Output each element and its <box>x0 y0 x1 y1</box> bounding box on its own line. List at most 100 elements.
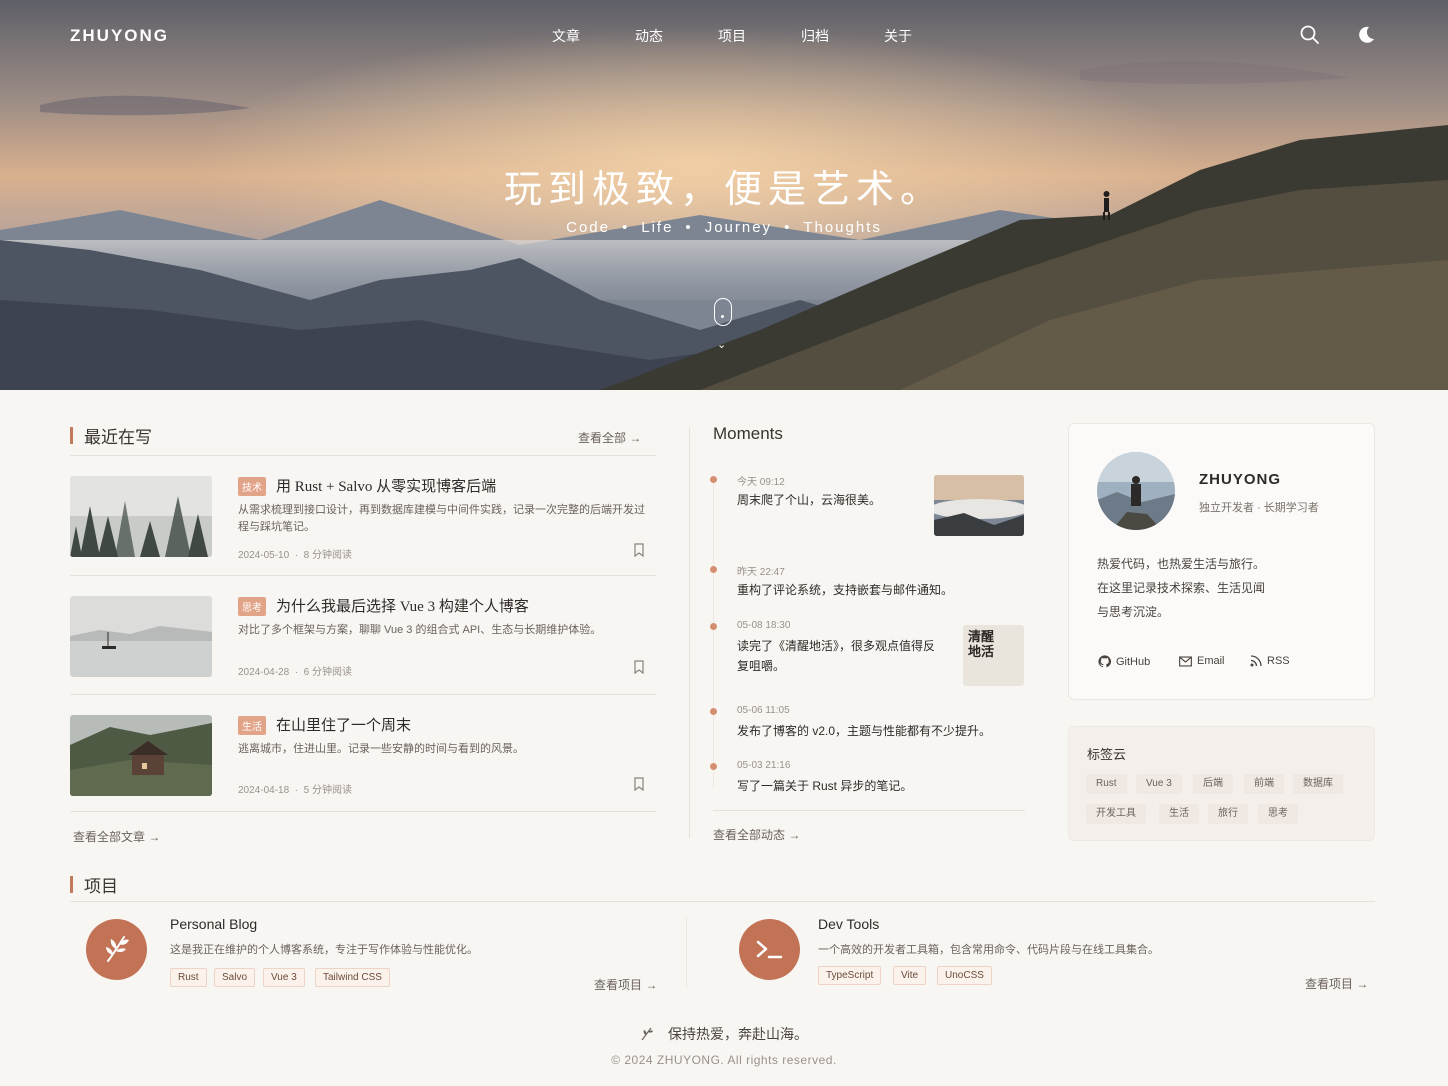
post-thumbnail[interactable] <box>70 596 212 677</box>
nav-link-about[interactable]: 关于 <box>868 26 951 46</box>
tag-chip[interactable]: 前端 <box>1244 774 1284 794</box>
profile-bio-line: 与思考沉淀。 <box>1097 605 1170 619</box>
all-moments-link[interactable]: 查看全部动态 → <box>713 826 800 843</box>
tag-chip[interactable]: 生活 <box>1159 804 1199 824</box>
projects-section-header: 项目 <box>70 872 118 897</box>
project-icon[interactable] <box>86 919 147 980</box>
moments-section-title: Moments <box>713 424 783 443</box>
project-tech-tag[interactable]: Tailwind CSS <box>315 968 390 987</box>
divider <box>70 575 656 576</box>
email-link[interactable]: Email <box>1179 655 1225 667</box>
post-date: 2024-04-18 <box>238 785 290 796</box>
divider <box>70 455 656 456</box>
tag-chip[interactable]: 后端 <box>1193 774 1233 794</box>
post-title[interactable]: 在山里住了一个周末 <box>276 714 411 735</box>
moon-icon[interactable] <box>1355 24 1377 46</box>
email-label: Email <box>1197 655 1225 667</box>
project-tech-tag[interactable]: Vue 3 <box>263 968 305 987</box>
terminal-icon <box>756 940 783 959</box>
profile-bio-line: 在这里记录技术探索、生活见闻 <box>1097 581 1266 595</box>
project-tech-tag[interactable]: Rust <box>170 968 207 987</box>
project-tech-tag[interactable]: TypeScript <box>818 966 882 985</box>
chevron-down-icon[interactable]: ⌄ <box>717 338 726 351</box>
post-title[interactable]: 为什么我最后选择 Vue 3 构建个人博客 <box>276 595 529 616</box>
post-thumbnail[interactable] <box>70 715 212 796</box>
mail-icon <box>1179 655 1192 667</box>
nav-link-moments[interactable]: 动态 <box>619 26 702 46</box>
post-date: 2024-04-28 <box>238 667 290 678</box>
hero-subtitle: Code • Life • Journey • Thoughts <box>566 219 882 236</box>
leaf-icon <box>641 1027 653 1041</box>
bookmark-icon[interactable] <box>633 777 645 791</box>
tag-chip[interactable]: Vue 3 <box>1136 774 1182 794</box>
footer-copyright: © 2024 ZHUYONG. All rights reserved. <box>611 1053 837 1067</box>
timeline-line <box>713 478 714 788</box>
github-label: GitHub <box>1116 655 1151 668</box>
footer-motto: 保持热爱，奔赴山海。 <box>0 1024 1448 1044</box>
bookmark-icon[interactable] <box>633 543 645 557</box>
post-date: 2024-05-10 <box>238 550 290 561</box>
profile-name: ZHUYONG <box>1199 471 1281 488</box>
divider <box>70 901 1375 902</box>
tag-chip[interactable]: 开发工具 <box>1086 804 1146 824</box>
profile-role: 独立开发者 · 长期学习者 <box>1199 502 1319 514</box>
post-tag[interactable]: 技术 <box>238 477 266 496</box>
post-meta: 2024-05-10 · 8 分钟阅读 <box>238 550 352 561</box>
timeline-dot <box>710 566 717 573</box>
moment-text: 重构了评论系统，支持嵌套与邮件通知。 <box>737 583 954 597</box>
post-excerpt: 逃离城市，住进山里。记录一些安静的时间与看到的风景。 <box>238 743 524 755</box>
avatar[interactable] <box>1097 452 1175 530</box>
divider <box>70 811 656 812</box>
rss-link[interactable]: RSS <box>1250 655 1290 667</box>
divider <box>70 694 656 695</box>
section-accent-bar <box>70 876 73 893</box>
project-name[interactable]: Personal Blog <box>170 916 257 932</box>
post-tag[interactable]: 生活 <box>238 716 266 735</box>
tag-chip[interactable]: 旅行 <box>1208 804 1248 824</box>
all-articles-link[interactable]: 查看全部文章 → <box>73 828 160 845</box>
hero-banner: ZHUYONG 文章 动态 项目 归档 关于 玩到极致，便是艺术。 Code • L… <box>0 0 1448 390</box>
column-divider <box>686 918 687 988</box>
footer-motto-text: 保持热爱，奔赴山海。 <box>668 1028 808 1043</box>
view-project-link[interactable]: 查看项目 → <box>1305 975 1368 992</box>
nav-link-archive[interactable]: 归档 <box>785 26 868 46</box>
project-tech-tag[interactable]: Vite <box>893 966 927 985</box>
moment-image[interactable] <box>934 475 1024 536</box>
post-meta: 2024-04-28 · 6 分钟阅读 <box>238 667 352 678</box>
tag-chip[interactable]: 思考 <box>1258 804 1298 824</box>
nav-link-articles[interactable]: 文章 <box>536 26 619 46</box>
section-accent-bar <box>70 427 73 444</box>
bookmark-icon[interactable] <box>633 660 645 674</box>
project-icon[interactable] <box>739 919 800 980</box>
project-desc: 这是我正在维护的个人博客系统，专注于写作体验与性能优化。 <box>170 944 478 956</box>
timeline-dot <box>710 708 717 715</box>
github-icon <box>1098 655 1111 668</box>
post-tag[interactable]: 思考 <box>238 597 266 616</box>
posts-section-title: 最近在写 <box>84 428 152 447</box>
project-tech-tag[interactable]: Salvo <box>214 968 256 987</box>
search-icon[interactable] <box>1299 24 1321 46</box>
hero-subtitle-thoughts: Thoughts <box>803 219 882 236</box>
hero-subtitle-code: Code <box>566 219 610 236</box>
view-project-link[interactable]: 查看项目 → <box>594 976 657 993</box>
post-meta: 2024-04-18 · 5 分钟阅读 <box>238 785 352 796</box>
post-read-time: 8 分钟阅读 <box>303 550 352 561</box>
book-cover-image[interactable]: 清醒地活 <box>963 625 1024 686</box>
posts-view-all-link[interactable]: 查看全部 → <box>578 429 641 446</box>
project-name[interactable]: Dev Tools <box>818 916 879 932</box>
site-brand[interactable]: ZHUYONG <box>70 26 169 46</box>
github-link[interactable]: GitHub <box>1098 655 1150 668</box>
tag-chip[interactable]: Rust <box>1086 774 1127 794</box>
post-title[interactable]: 用 Rust + Salvo 从零实现博客后端 <box>276 475 496 496</box>
main-nav: 文章 动态 项目 归档 关于 <box>536 26 951 46</box>
tag-chip[interactable]: 数据库 <box>1293 774 1343 794</box>
moment-time: 昨天 22:47 <box>737 567 785 578</box>
nav-link-projects[interactable]: 项目 <box>702 26 785 46</box>
moment-time: 05-03 21:16 <box>737 760 791 771</box>
hero-subtitle-life: Life <box>641 219 674 236</box>
post-thumbnail[interactable] <box>70 476 212 557</box>
project-tech-tag[interactable]: UnoCSS <box>937 966 992 985</box>
profile-bio: 热爱代码，也热爱生活与旅行。 在这里记录技术探索、生活见闻 与思考沉淀。 <box>1097 552 1265 624</box>
scroll-mouse-icon[interactable] <box>714 298 732 326</box>
hero-subtitle-journey: Journey <box>704 219 773 236</box>
